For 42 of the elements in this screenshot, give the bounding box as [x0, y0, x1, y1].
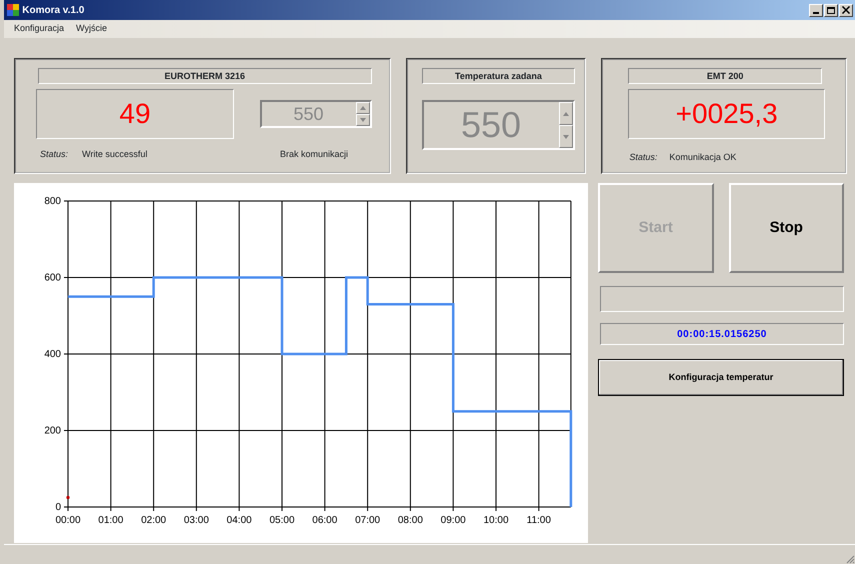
maximize-icon	[827, 6, 835, 14]
axis-label: 11:00	[526, 515, 551, 526]
panel-header: EUROTHERM 3216	[38, 68, 372, 84]
axis-label: 04:00	[226, 515, 252, 526]
axis-label: 01:00	[98, 515, 124, 526]
reading-display: +0025,3	[628, 89, 825, 139]
panel-header: Temperatura zadana	[422, 68, 576, 84]
resize-grip-icon[interactable]	[845, 554, 855, 564]
axis-label: 400	[44, 349, 61, 360]
maximize-button[interactable]	[824, 4, 838, 16]
status-text: Write successful	[82, 148, 148, 161]
axis-label: 03:00	[184, 515, 209, 526]
panel-header: EMT 200	[628, 68, 822, 84]
axis-label: 02:00	[141, 515, 166, 526]
status-text: Komunikacja OK	[669, 151, 736, 164]
status-label: Status:	[629, 151, 658, 164]
minimize-button[interactable]	[809, 4, 823, 16]
axis-label: 600	[44, 272, 61, 284]
axis-label: 00:00	[55, 515, 81, 526]
close-icon	[842, 6, 850, 14]
reading-display: 49	[36, 89, 234, 139]
window-title: Komora v.1.0	[22, 4, 84, 18]
axis-label: 08:00	[398, 515, 423, 526]
minimize-icon	[813, 12, 819, 14]
axis-label: 200	[44, 426, 61, 436]
axis-label: 07:00	[355, 515, 380, 526]
status-text: Brak komunikacji	[280, 148, 348, 161]
config-button[interactable]: Konfiguracja temperatur	[598, 359, 844, 396]
close-button[interactable]	[839, 4, 853, 16]
menu-item[interactable]: Wyjście	[76, 22, 107, 36]
axis-label: 09:00	[440, 515, 466, 526]
axis-label: 0	[55, 502, 61, 513]
axis-label: 05:00	[269, 515, 295, 526]
axis-label: 800	[44, 196, 61, 207]
stop-button[interactable]: Stop	[728, 183, 844, 273]
axis-label: 06:00	[312, 515, 338, 526]
axis-label: 10:00	[483, 515, 509, 526]
data-point	[66, 496, 70, 500]
app-icon	[6, 3, 20, 17]
timer-display: 00:00:15.0156250	[600, 323, 844, 345]
menu-item[interactable]: Konfiguracja	[14, 22, 64, 36]
status-label: Status:	[40, 148, 70, 161]
